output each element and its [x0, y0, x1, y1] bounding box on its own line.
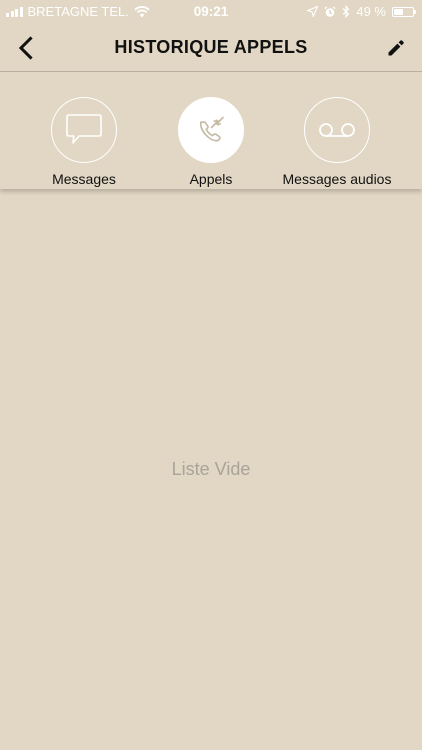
tab-messages[interactable]: Messages [14, 97, 154, 189]
battery-icon [392, 6, 416, 17]
alarm-icon [324, 6, 336, 17]
tab-messages-audios-circle [304, 97, 370, 163]
battery-level [394, 8, 403, 15]
status-right: 49 % [307, 4, 416, 19]
tab-messages-audios-label: Messages audios [282, 171, 392, 187]
bluetooth-icon [342, 5, 350, 18]
chat-bubble-icon [66, 114, 102, 144]
page-title: HISTORIQUE APPELS [114, 37, 308, 57]
battery-percentage: 49 % [356, 4, 386, 19]
tab-messages-circle [51, 97, 117, 163]
phone-calls-icon [199, 116, 225, 142]
edit-button[interactable] [382, 34, 410, 62]
tab-bar: Messages Appels Messages audios [0, 73, 422, 189]
location-arrow-icon [307, 6, 319, 17]
nav-bar: HISTORIQUE APPELS [0, 24, 422, 72]
tab-messages-label: Messages [52, 171, 116, 187]
status-bar: BRETAGNE TEL. 09:21 49 % [0, 0, 422, 24]
tab-appels[interactable]: Appels [141, 97, 281, 189]
empty-list-message: Liste Vide [171, 459, 251, 479]
tab-appels-label: Appels [189, 171, 233, 187]
tab-appels-circle [178, 97, 244, 163]
pencil-icon [388, 40, 404, 56]
tab-messages-audios[interactable]: Messages audios [267, 97, 407, 189]
voicemail-icon [319, 123, 355, 137]
